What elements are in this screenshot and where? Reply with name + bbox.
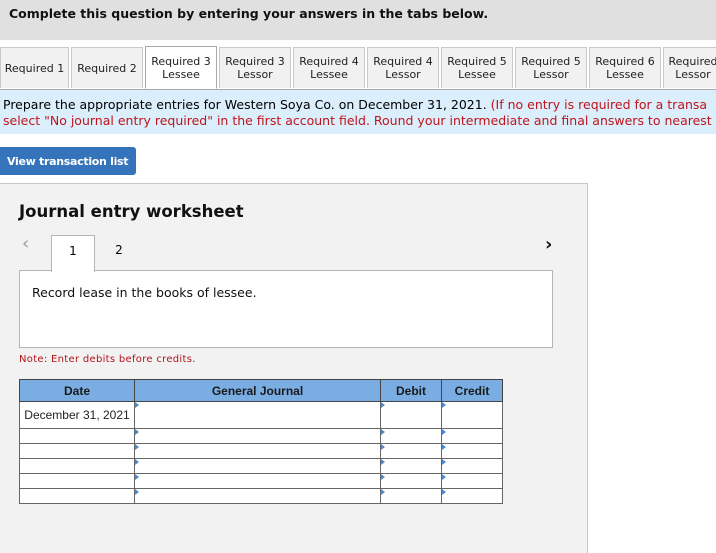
table-row <box>19 443 503 459</box>
tab-sublabel: Lessee <box>162 67 200 81</box>
worksheet-title: Journal entry worksheet <box>19 202 244 221</box>
question-instruction-title: Complete this question by entering your … <box>9 6 489 21</box>
journal-entry-worksheet: Journal entry worksheet ‹ 1 2 › Record l… <box>0 183 588 553</box>
tab-label: Required 6 <box>595 55 655 68</box>
table-row <box>19 488 503 504</box>
debit-input[interactable] <box>380 443 442 459</box>
journal-entry-table: Date General Journal Debit Credit Decemb… <box>19 379 503 504</box>
credit-input[interactable] <box>441 401 503 429</box>
credit-input[interactable] <box>441 443 503 459</box>
tab-sublabel: Lessor <box>675 68 711 81</box>
date-column-header: Date <box>19 379 135 402</box>
debit-input[interactable] <box>380 488 442 504</box>
chevron-left-icon[interactable]: ‹ <box>22 233 29 254</box>
worksheet-page-1-tab[interactable]: 1 <box>51 235 95 272</box>
debit-credit-note: Note: Enter debits before credits. <box>19 354 196 365</box>
table-row: December 31, 2021 <box>19 401 503 429</box>
date-cell <box>19 488 135 504</box>
tab-sublabel: Lessor <box>237 68 273 81</box>
credit-input[interactable] <box>441 473 503 489</box>
tab-label: Required 1 <box>4 61 65 75</box>
account-input[interactable] <box>134 473 381 489</box>
credit-input[interactable] <box>441 458 503 474</box>
transaction-description: Record lease in the books of lessee. <box>32 285 257 300</box>
tab-label: Required 4 <box>373 55 433 68</box>
debit-column-header: Debit <box>380 379 442 402</box>
instructions-note: (If no entry is required for a transa <box>490 97 708 112</box>
instructions-line-2: select "No journal entry required" in th… <box>3 113 712 128</box>
account-input[interactable] <box>134 428 381 444</box>
instructions-text: Prepare the appropriate entries for West… <box>3 97 491 112</box>
tab-sublabel: Lessor <box>385 68 421 81</box>
tab-label: Required 5 <box>447 55 507 68</box>
question-banner: Complete this question by entering your … <box>0 0 716 40</box>
tab-label: Required 3 <box>151 54 211 68</box>
tab-required-2[interactable]: Required 2 <box>71 47 143 88</box>
general-journal-column-header: General Journal <box>134 379 381 402</box>
tab-label: Required 3 <box>225 55 285 68</box>
tab-required-5-lessor[interactable]: Required 5 Lessor <box>515 47 587 88</box>
tab-sublabel: Lessee <box>458 68 496 81</box>
table-header-row: Date General Journal Debit Credit <box>19 379 503 402</box>
table-row <box>19 473 503 489</box>
tab-required-3-lessee[interactable]: Required 3 Lessee <box>145 46 217 89</box>
table-row <box>19 428 503 444</box>
tab-sublabel: Lessee <box>310 68 348 81</box>
date-cell <box>19 428 135 444</box>
date-cell <box>19 458 135 474</box>
date-cell <box>19 443 135 459</box>
credit-column-header: Credit <box>441 379 503 402</box>
chevron-right-icon[interactable]: › <box>545 234 552 255</box>
tab-required-4-lessor[interactable]: Required 4 Lessor <box>367 47 439 88</box>
instructions-line-1: Prepare the appropriate entries for West… <box>3 97 707 113</box>
table-row <box>19 458 503 474</box>
credit-input[interactable] <box>441 428 503 444</box>
debit-input[interactable] <box>380 458 442 474</box>
account-input[interactable] <box>134 443 381 459</box>
debit-input[interactable] <box>380 401 442 429</box>
instructions-panel: Prepare the appropriate entries for West… <box>0 90 716 134</box>
debit-input[interactable] <box>380 473 442 489</box>
tab-label: Required 2 <box>77 61 137 75</box>
account-input[interactable] <box>134 488 381 504</box>
tab-sublabel: Lessee <box>606 68 644 81</box>
credit-input[interactable] <box>441 488 503 504</box>
account-input[interactable] <box>134 458 381 474</box>
tab-required-3-lessor[interactable]: Required 3 Lessor <box>219 47 291 88</box>
tab-label: Required 4 <box>299 55 359 68</box>
date-cell: December 31, 2021 <box>19 401 135 429</box>
debit-input[interactable] <box>380 428 442 444</box>
tab-required-1[interactable]: Required 1 <box>0 47 69 88</box>
account-input[interactable] <box>134 401 381 429</box>
tab-label: Required 5 <box>521 55 581 68</box>
worksheet-page-2-tab[interactable]: 2 <box>97 235 141 271</box>
tab-required-6-lessor[interactable]: Required Lessor <box>663 47 716 88</box>
tab-required-5-lessee[interactable]: Required 5 Lessee <box>441 47 513 88</box>
tab-label: Required <box>668 55 716 68</box>
tab-required-6-lessee[interactable]: Required 6 Lessee <box>589 47 661 88</box>
tab-sublabel: Lessor <box>533 68 569 81</box>
view-transaction-list-button[interactable]: View transaction list <box>0 147 136 175</box>
transaction-description-box: Record lease in the books of lessee. <box>19 270 553 348</box>
tab-required-4-lessee[interactable]: Required 4 Lessee <box>293 47 365 88</box>
date-cell <box>19 473 135 489</box>
requirement-tabs: Required 1 Required 2 Required 3 Lessee R… <box>0 46 716 90</box>
